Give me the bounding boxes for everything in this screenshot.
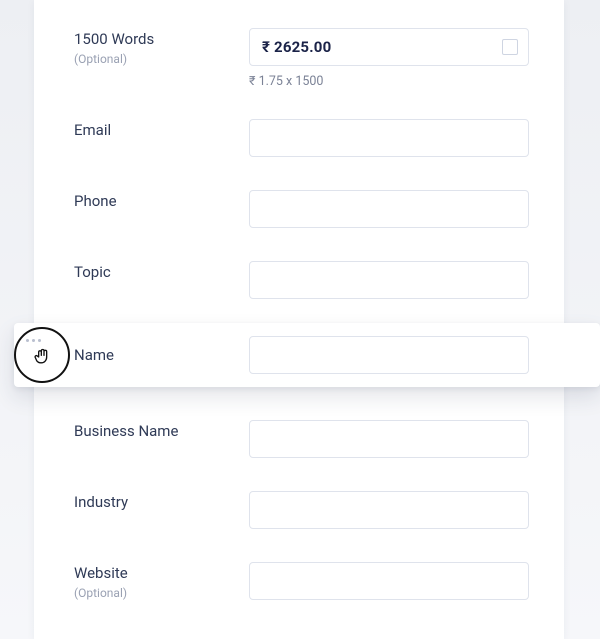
name-input[interactable] [249, 336, 529, 374]
website-label: Website [74, 564, 249, 584]
industry-field-col [249, 491, 529, 529]
price-checkbox[interactable] [502, 39, 518, 55]
words-optional-label: (Optional) [74, 52, 249, 66]
row-industry: Industry [34, 491, 564, 529]
row-topic: Topic [34, 261, 564, 299]
website-label-col: Website (Optional) [74, 562, 249, 600]
website-optional-label: (Optional) [74, 586, 249, 600]
words-label-col: 1500 Words (Optional) [74, 28, 249, 66]
email-label: Email [74, 121, 249, 141]
name-label: Name [14, 346, 249, 364]
email-label-col: Email [74, 119, 249, 141]
business-name-field-col [249, 420, 529, 458]
phone-input[interactable] [249, 190, 529, 228]
form-card: 1500 Words (Optional) ₹ 2625.00 ₹ 1.75 x… [34, 0, 564, 639]
price-col: ₹ 2625.00 ₹ 1.75 x 1500 [249, 28, 529, 89]
phone-field-col [249, 190, 529, 228]
words-label: 1500 Words [74, 30, 249, 50]
price-breakdown: ₹ 1.75 x 1500 [249, 74, 529, 89]
row-website: Website (Optional) [34, 562, 564, 600]
industry-label: Industry [74, 493, 249, 513]
name-field-col [249, 336, 529, 374]
business-name-input[interactable] [249, 420, 529, 458]
topic-field-col [249, 261, 529, 299]
row-name-inner: Name [14, 323, 600, 387]
business-name-label: Business Name [74, 422, 249, 442]
industry-label-col: Industry [74, 491, 249, 513]
row-business-name: Business Name [34, 420, 564, 458]
email-input[interactable] [249, 119, 529, 157]
price-box[interactable]: ₹ 2625.00 [249, 28, 529, 66]
row-name-elevated[interactable]: Name [14, 323, 600, 387]
row-words: 1500 Words (Optional) ₹ 2625.00 ₹ 1.75 x… [34, 28, 564, 89]
topic-label: Topic [74, 263, 249, 283]
email-field-col [249, 119, 529, 157]
website-input[interactable] [249, 562, 529, 600]
topic-input[interactable] [249, 261, 529, 299]
industry-input[interactable] [249, 491, 529, 529]
topic-label-col: Topic [74, 261, 249, 283]
website-field-col [249, 562, 529, 600]
row-email: Email [34, 119, 564, 157]
price-value: ₹ 2625.00 [262, 38, 331, 56]
row-phone: Phone [34, 190, 564, 228]
phone-label-col: Phone [74, 190, 249, 212]
business-name-label-col: Business Name [74, 420, 249, 442]
phone-label: Phone [74, 192, 249, 212]
